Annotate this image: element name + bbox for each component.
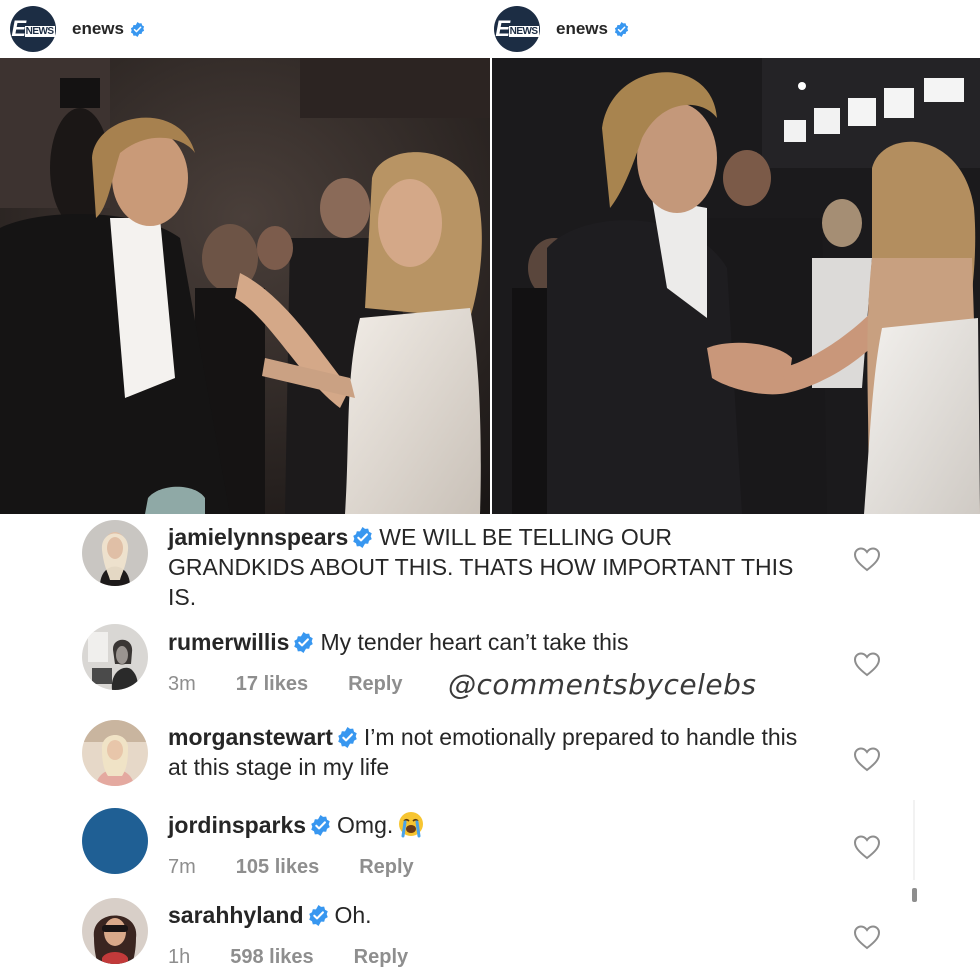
reply-button[interactable]: Reply <box>359 856 413 878</box>
verified-badge-icon <box>130 21 145 37</box>
verified-badge-icon <box>352 527 373 548</box>
verified-badge-icon <box>337 727 358 748</box>
verified-badge-icon <box>310 815 331 836</box>
scrollbar-thumb[interactable] <box>912 888 917 902</box>
comment-text: Omg. <box>337 812 394 838</box>
verified-badge-icon <box>308 905 329 926</box>
enews-logo-icon[interactable]: E NEWS <box>494 6 540 52</box>
post-photo-left[interactable] <box>0 58 490 514</box>
comment-time: 3m <box>168 673 196 695</box>
post-header-left: E NEWS enews <box>0 0 490 58</box>
reply-button[interactable]: Reply <box>354 946 408 968</box>
verified-badge-icon <box>614 21 629 37</box>
comment-likes[interactable]: 598 likes <box>230 946 313 968</box>
scrollbar-track[interactable] <box>913 800 915 880</box>
like-heart-icon[interactable] <box>853 834 881 860</box>
avatar[interactable] <box>82 720 148 786</box>
account-name[interactable]: enews <box>556 19 608 39</box>
reply-button[interactable]: Reply <box>348 673 402 695</box>
post-photo-right[interactable] <box>492 58 980 514</box>
avatar[interactable] <box>82 898 148 964</box>
comment-likes[interactable]: 17 likes <box>236 673 308 695</box>
avatar[interactable] <box>82 520 148 586</box>
avatar[interactable] <box>82 808 148 874</box>
watermark: @commentsbycelebs <box>448 668 757 701</box>
comment-username[interactable]: sarahhyland <box>168 902 304 928</box>
enews-logo-icon[interactable]: E NEWS <box>10 6 56 52</box>
like-heart-icon[interactable] <box>853 924 881 950</box>
verified-badge-icon <box>293 632 314 653</box>
like-heart-icon[interactable] <box>853 651 881 677</box>
comment-username[interactable]: jamielynnspears <box>168 524 348 550</box>
like-heart-icon[interactable] <box>853 546 881 572</box>
post-header-right: E NEWS enews <box>492 0 980 58</box>
comment-text: My tender heart can’t take this <box>320 629 629 655</box>
like-heart-icon[interactable] <box>853 746 881 772</box>
account-name[interactable]: enews <box>72 19 124 39</box>
comment-text: Oh. <box>334 902 372 928</box>
comment-username[interactable]: rumerwillis <box>168 629 289 655</box>
comment-likes[interactable]: 105 likes <box>236 856 319 878</box>
comment-username[interactable]: jordinsparks <box>168 812 306 838</box>
comment-time: 1h <box>168 946 191 968</box>
comment-username[interactable]: morganstewart <box>168 724 333 750</box>
avatar[interactable] <box>82 624 148 690</box>
comment-time: 7m <box>168 856 196 878</box>
loudly-crying-face-icon <box>397 810 425 838</box>
